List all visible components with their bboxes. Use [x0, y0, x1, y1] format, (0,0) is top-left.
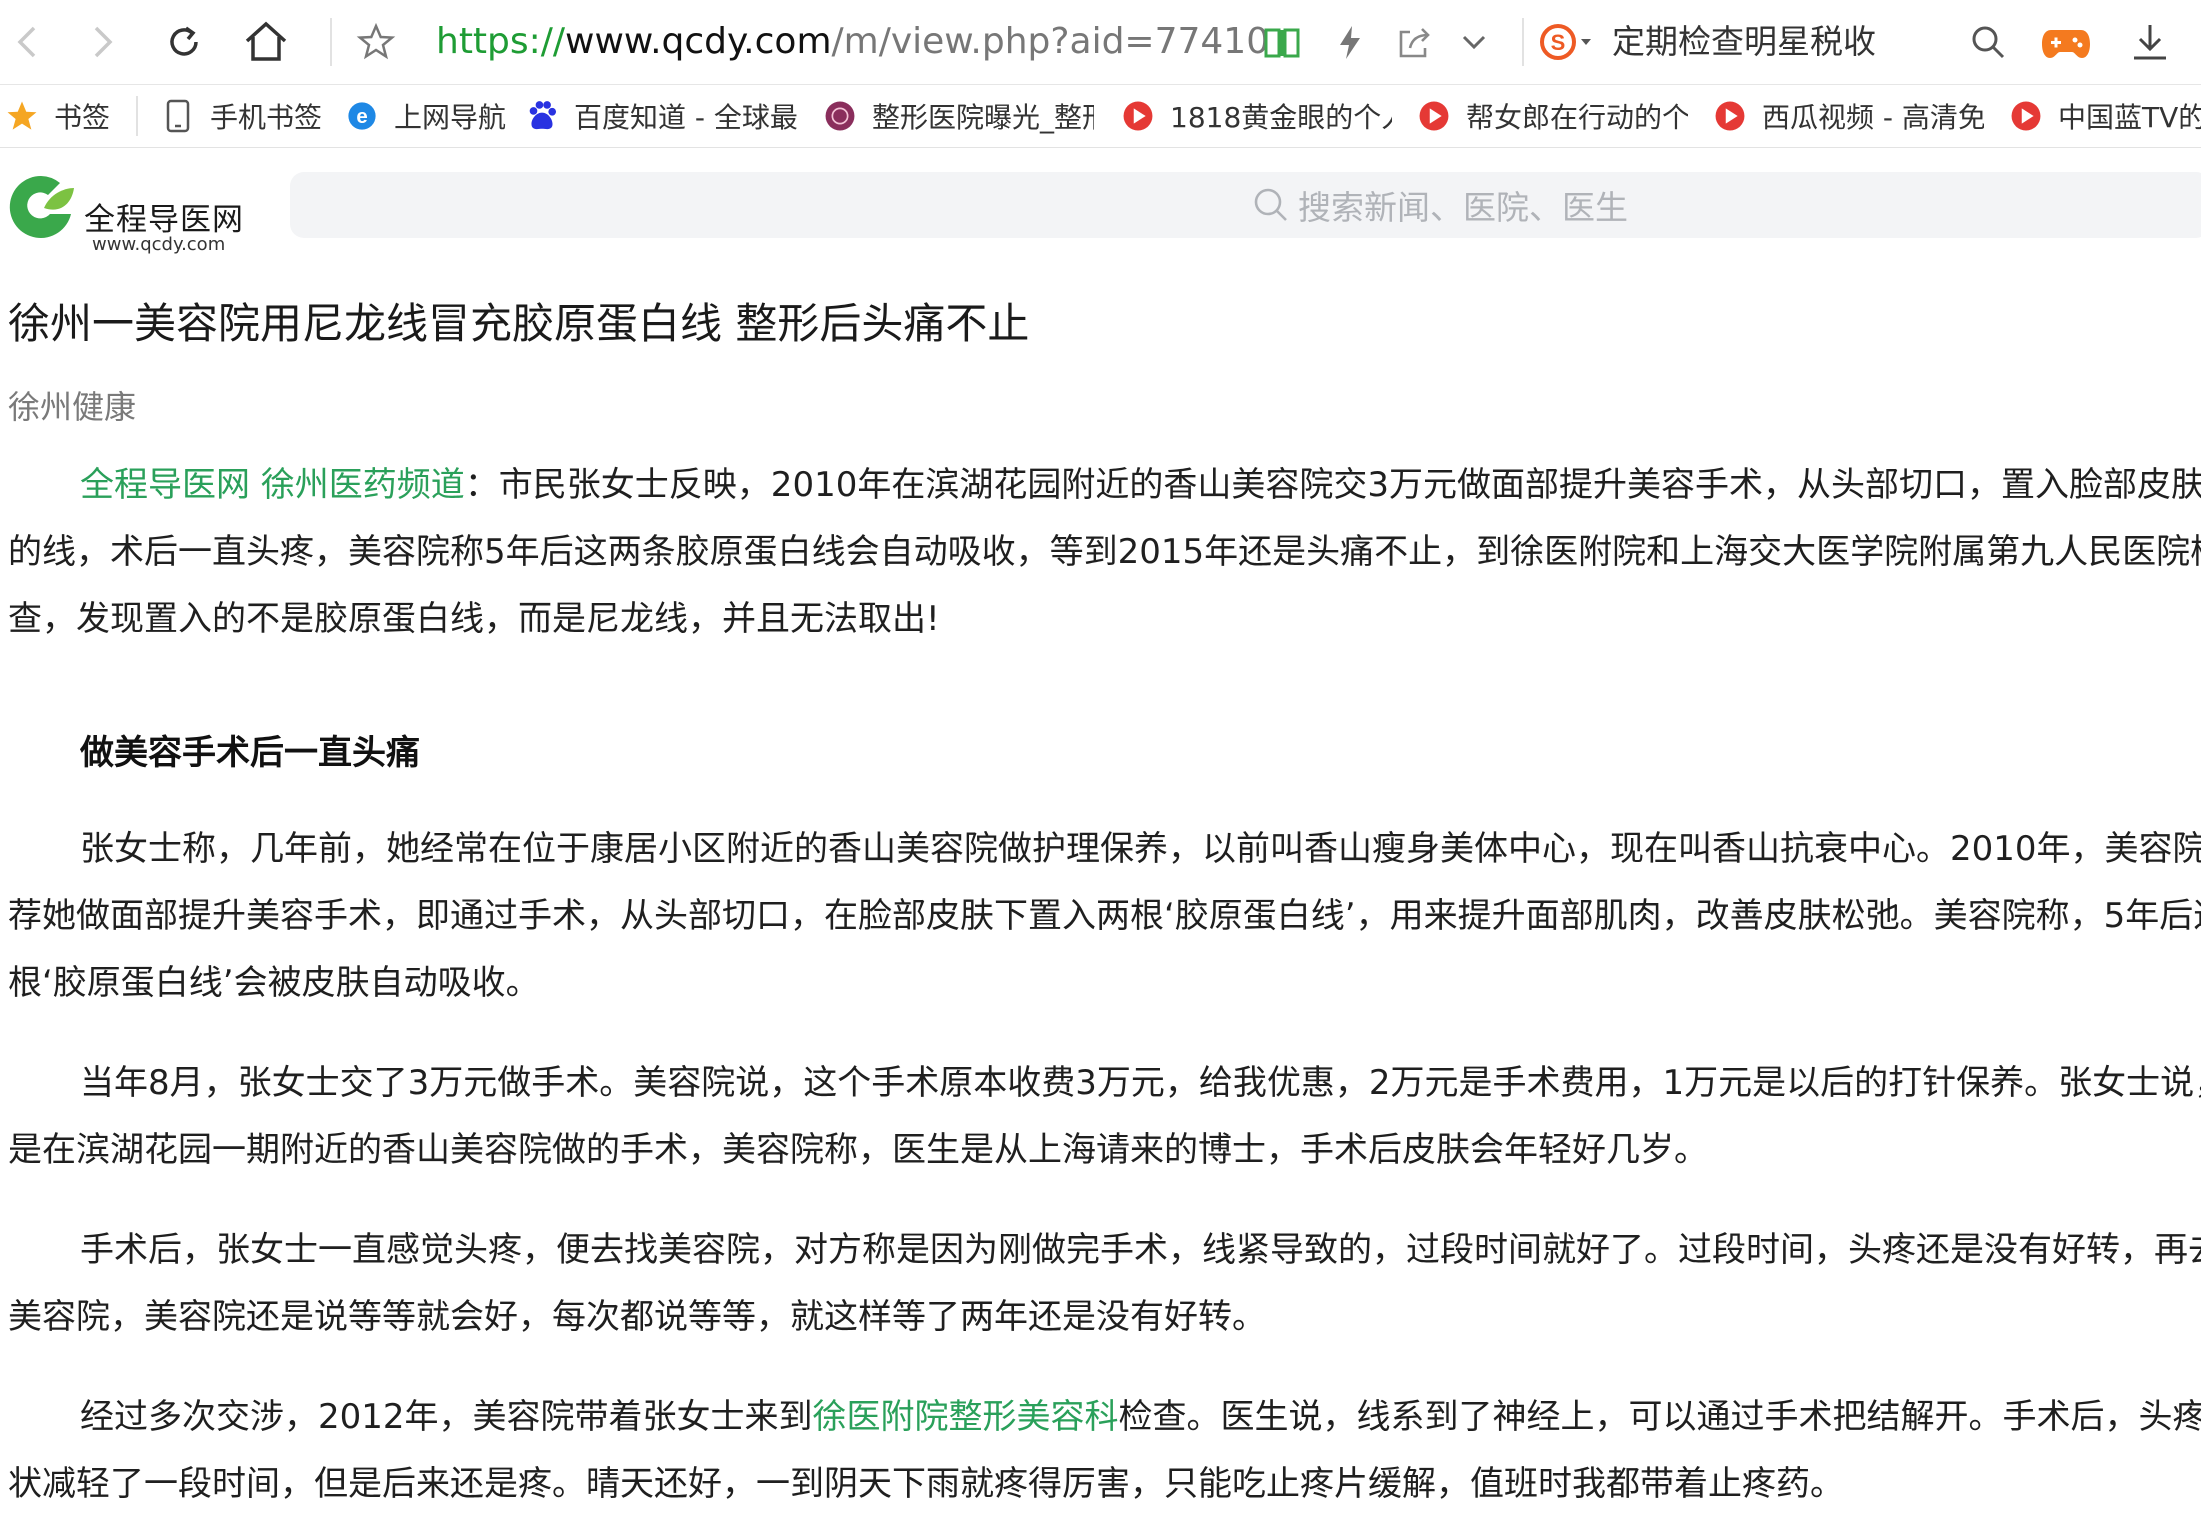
browser-toolbar: https://www.qcdy.com/m/view.php?aid=7741… [0, 0, 2201, 85]
reader-mode-icon[interactable] [1254, 14, 1310, 70]
article-paragraph: 当年8月，张女士交了3万元做手术。美容院说，这个手术原本收费3万元，给我优惠，2… [8, 1063, 2201, 1170]
logo-text: 全程导医网 [84, 202, 244, 238]
bookmark-item[interactable]: 百度知道 - 全球最 [524, 93, 834, 139]
article-paragraph: 张女士称，几年前，她经常在位于康居小区附近的香山美容院做护理保养，以前叫香山瘦身… [8, 829, 2201, 1003]
video-icon [2008, 98, 2044, 134]
url-path: /m/view.php?aid=77410 [831, 21, 1270, 62]
star-icon [4, 98, 40, 134]
bookmarks-bar: 书签 手机书签 e 上网导航 百度知道 - 全球最 整形医院曝光_整形 1818… [0, 85, 2201, 148]
phone-icon [160, 98, 196, 134]
article-source: 徐州健康 [8, 388, 137, 426]
bookmark-item[interactable]: 西瓜视频 - 高清免 [1712, 93, 1984, 139]
url-domain: www.qcdy.com [565, 21, 832, 62]
search-engine-selector[interactable]: S [1538, 22, 1602, 62]
home-icon[interactable] [238, 14, 294, 70]
section-heading: 做美容手术后一直头痛 [80, 733, 420, 773]
site-logo[interactable]: 全程导医网 www.qcdy.com [4, 170, 244, 255]
department-link[interactable]: 徐医附院整形美容科 [813, 1397, 1119, 1437]
address-bar[interactable]: https://www.qcdy.com/m/view.php?aid=7741… [436, 20, 1269, 64]
svg-text:e: e [356, 106, 367, 128]
toolbar-divider [330, 18, 332, 66]
refresh-icon[interactable] [156, 14, 212, 70]
search-placeholder: 搜索新闻、医院、医生 [1298, 188, 1628, 227]
bookmark-item[interactable]: 1818黄金眼的个人 [1120, 93, 1392, 139]
search-box[interactable]: 定期检查明星税收 [1612, 20, 1876, 64]
share-icon[interactable] [1386, 14, 1442, 70]
search-icon [1254, 188, 1287, 221]
back-icon[interactable] [0, 14, 56, 70]
bookmark-star-icon[interactable] [348, 14, 404, 70]
bookmark-item[interactable]: 书签 [4, 93, 110, 139]
video-icon [1416, 98, 1452, 134]
ie-icon: e [344, 98, 380, 134]
site-search-input[interactable]: 搜索新闻、医院、医生 [290, 172, 2201, 238]
url-scheme: https:// [436, 21, 566, 62]
site-icon [822, 98, 858, 134]
search-icon[interactable] [1960, 14, 2016, 70]
logo-domain: www.qcdy.com [92, 234, 226, 255]
svg-text:S: S [1551, 30, 1566, 55]
game-controller-icon[interactable] [2038, 14, 2094, 70]
article-paragraph: 经过多次交涉，2012年，美容院带着张女士来到徐医附院整形美容科检查。医生说，线… [8, 1397, 2201, 1504]
chevron-down-icon[interactable] [1446, 14, 1502, 70]
sogou-icon: S [1540, 24, 1576, 60]
video-icon [1712, 98, 1748, 134]
download-icon[interactable] [2122, 14, 2178, 70]
baidu-icon [524, 98, 560, 134]
toolbar-divider [1522, 18, 1524, 66]
forward-icon[interactable] [74, 14, 130, 70]
lightning-icon[interactable] [1322, 14, 1378, 70]
bookmark-item[interactable]: 整形医院曝光_整形 [822, 93, 1094, 139]
article-paragraph: 手术后，张女士一直感觉头疼，便去找美容院，对方称是因为刚做完手术，线紧导致的，过… [8, 1230, 2201, 1337]
video-icon [1120, 98, 1156, 134]
article-title: 徐州一美容院用尼龙线冒充胶原蛋白线 整形后头痛不止 [8, 299, 1030, 348]
bookmark-item[interactable]: 帮女郎在行动的个 [1416, 93, 1688, 139]
channel-link[interactable]: 徐州医药频道 [261, 465, 465, 505]
bookmark-item[interactable]: 手机书签 [160, 93, 322, 139]
bookmarks-divider [136, 96, 138, 136]
article-intro: 全程导医网 徐州医药频道：市民张女士反映，2010年在滨湖花园附近的香山美容院交… [8, 465, 2201, 639]
site-link[interactable]: 全程导医网 [80, 465, 250, 505]
site-header: 全程导医网 www.qcdy.com 搜索新闻、医院、医生 [0, 148, 2201, 255]
caret-down-icon [1581, 39, 1591, 45]
logo-leaf-icon [9, 175, 74, 238]
bookmark-item[interactable]: e 上网导航 [344, 93, 506, 139]
bookmark-item[interactable]: 中国蓝TV的 [2008, 93, 2201, 139]
